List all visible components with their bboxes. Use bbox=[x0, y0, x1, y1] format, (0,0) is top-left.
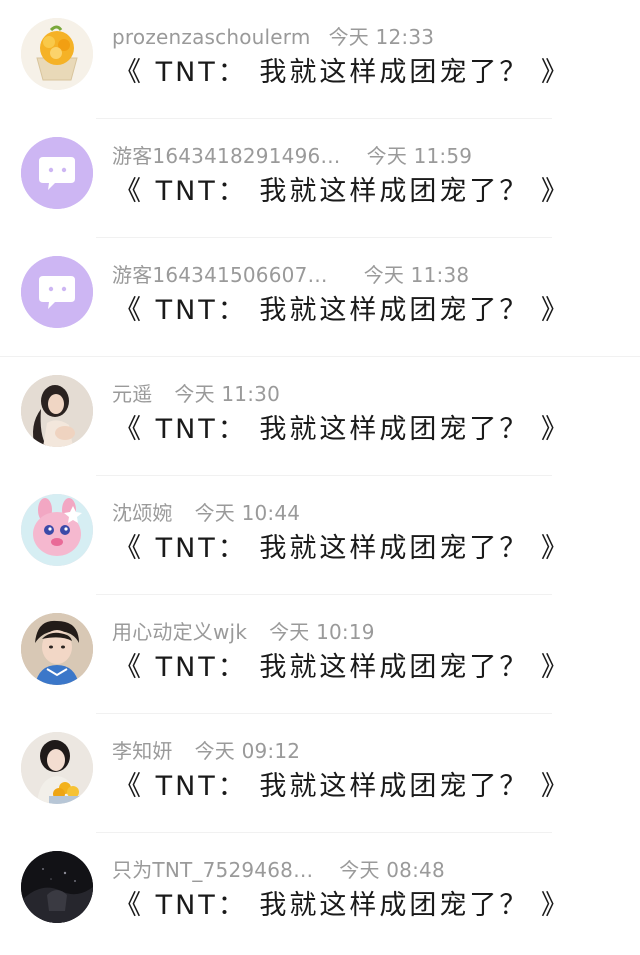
cupcake-avatar-icon bbox=[21, 18, 93, 90]
timestamp: 今天 09:12 bbox=[194, 739, 301, 763]
message-row[interactable]: prozenzaschoulerm 今天 12:33 《 TNT： 我就这样成团宠… bbox=[0, 0, 640, 119]
message-row[interactable]: 李知妍 今天 09:12 《 TNT： 我就这样成团宠了？ 》 bbox=[0, 714, 640, 833]
chat-bubble-icon bbox=[21, 256, 93, 328]
message-row[interactable]: 用心动定义wjk 今天 10:19 《 TNT： 我就这样成团宠了？ 》 bbox=[0, 595, 640, 714]
sender-name[interactable]: 元遥 bbox=[112, 382, 152, 406]
message-meta: 沈颂婉 今天 10:44 bbox=[112, 500, 300, 526]
timestamp: 今天 11:38 bbox=[363, 263, 470, 287]
sender-name[interactable]: 用心动定义wjk bbox=[112, 620, 247, 644]
sender-name[interactable]: prozenzaschoulerm bbox=[112, 25, 311, 49]
message-meta: 游客164341506607… 今天 11:38 bbox=[112, 262, 469, 288]
timestamp: 今天 10:44 bbox=[194, 501, 301, 525]
avatar[interactable] bbox=[21, 256, 93, 328]
message-text[interactable]: 《 TNT： 我就这样成团宠了？ 》 bbox=[114, 56, 571, 90]
message-meta: 只为TNT_7529468… 今天 08:48 bbox=[112, 857, 445, 883]
message-row[interactable]: 沈颂婉 今天 10:44 《 TNT： 我就这样成团宠了？ 》 bbox=[0, 476, 640, 595]
sender-name[interactable]: 游客1643418291496… bbox=[112, 144, 341, 168]
timestamp: 今天 08:48 bbox=[339, 858, 445, 882]
avatar[interactable] bbox=[21, 375, 93, 447]
message-text[interactable]: 《 TNT： 我就这样成团宠了？ 》 bbox=[114, 651, 571, 685]
sender-name[interactable]: 只为TNT_7529468… bbox=[112, 858, 313, 882]
pink-toy-avatar-icon bbox=[21, 494, 93, 566]
message-meta: 游客1643418291496… 今天 11:59 bbox=[112, 143, 472, 169]
message-text[interactable]: 《 TNT： 我就这样成团宠了？ 》 bbox=[114, 175, 571, 209]
timestamp: 今天 11:59 bbox=[366, 144, 473, 168]
timestamp: 今天 11:30 bbox=[174, 382, 281, 406]
girl-photo-avatar-icon bbox=[21, 375, 93, 447]
message-text[interactable]: 《 TNT： 我就这样成团宠了？ 》 bbox=[114, 532, 571, 566]
timestamp: 今天 10:19 bbox=[269, 620, 375, 644]
message-text[interactable]: 《 TNT： 我就这样成团宠了？ 》 bbox=[114, 889, 571, 923]
avatar[interactable] bbox=[21, 613, 93, 685]
message-row[interactable]: 游客164341506607… 今天 11:38 《 TNT： 我就这样成团宠了？… bbox=[0, 238, 640, 357]
avatar[interactable] bbox=[21, 137, 93, 209]
message-meta: 李知妍 今天 09:12 bbox=[112, 738, 300, 764]
message-meta: 用心动定义wjk 今天 10:19 bbox=[112, 619, 375, 645]
message-text[interactable]: 《 TNT： 我就这样成团宠了？ 》 bbox=[114, 770, 571, 804]
message-meta: prozenzaschoulerm 今天 12:33 bbox=[112, 24, 434, 50]
message-meta: 元遥 今天 11:30 bbox=[112, 381, 280, 407]
avatar[interactable] bbox=[21, 851, 93, 923]
timestamp: 今天 12:33 bbox=[328, 25, 435, 49]
sender-name[interactable]: 游客164341506607… bbox=[112, 263, 328, 287]
message-text[interactable]: 《 TNT： 我就这样成团宠了？ 》 bbox=[114, 294, 571, 328]
sender-name[interactable]: 李知妍 bbox=[112, 739, 173, 763]
message-text[interactable]: 《 TNT： 我就这样成团宠了？ 》 bbox=[114, 413, 571, 447]
message-list: prozenzaschoulerm 今天 12:33 《 TNT： 我就这样成团宠… bbox=[0, 0, 640, 955]
message-row[interactable]: 元遥 今天 11:30 《 TNT： 我就这样成团宠了？ 》 bbox=[0, 357, 640, 476]
message-row[interactable]: 游客1643418291496… 今天 11:59 《 TNT： 我就这样成团宠了… bbox=[0, 119, 640, 238]
dark-photo-avatar-icon bbox=[21, 851, 93, 923]
avatar[interactable] bbox=[21, 18, 93, 90]
chat-bubble-icon bbox=[21, 137, 93, 209]
avatar[interactable] bbox=[21, 494, 93, 566]
message-row[interactable]: 只为TNT_7529468… 今天 08:48 《 TNT： 我就这样成团宠了？ … bbox=[0, 833, 640, 952]
avatar[interactable] bbox=[21, 732, 93, 804]
boy-photo-avatar-icon bbox=[21, 613, 93, 685]
girl-oranges-avatar-icon bbox=[21, 732, 93, 804]
sender-name[interactable]: 沈颂婉 bbox=[112, 501, 173, 525]
